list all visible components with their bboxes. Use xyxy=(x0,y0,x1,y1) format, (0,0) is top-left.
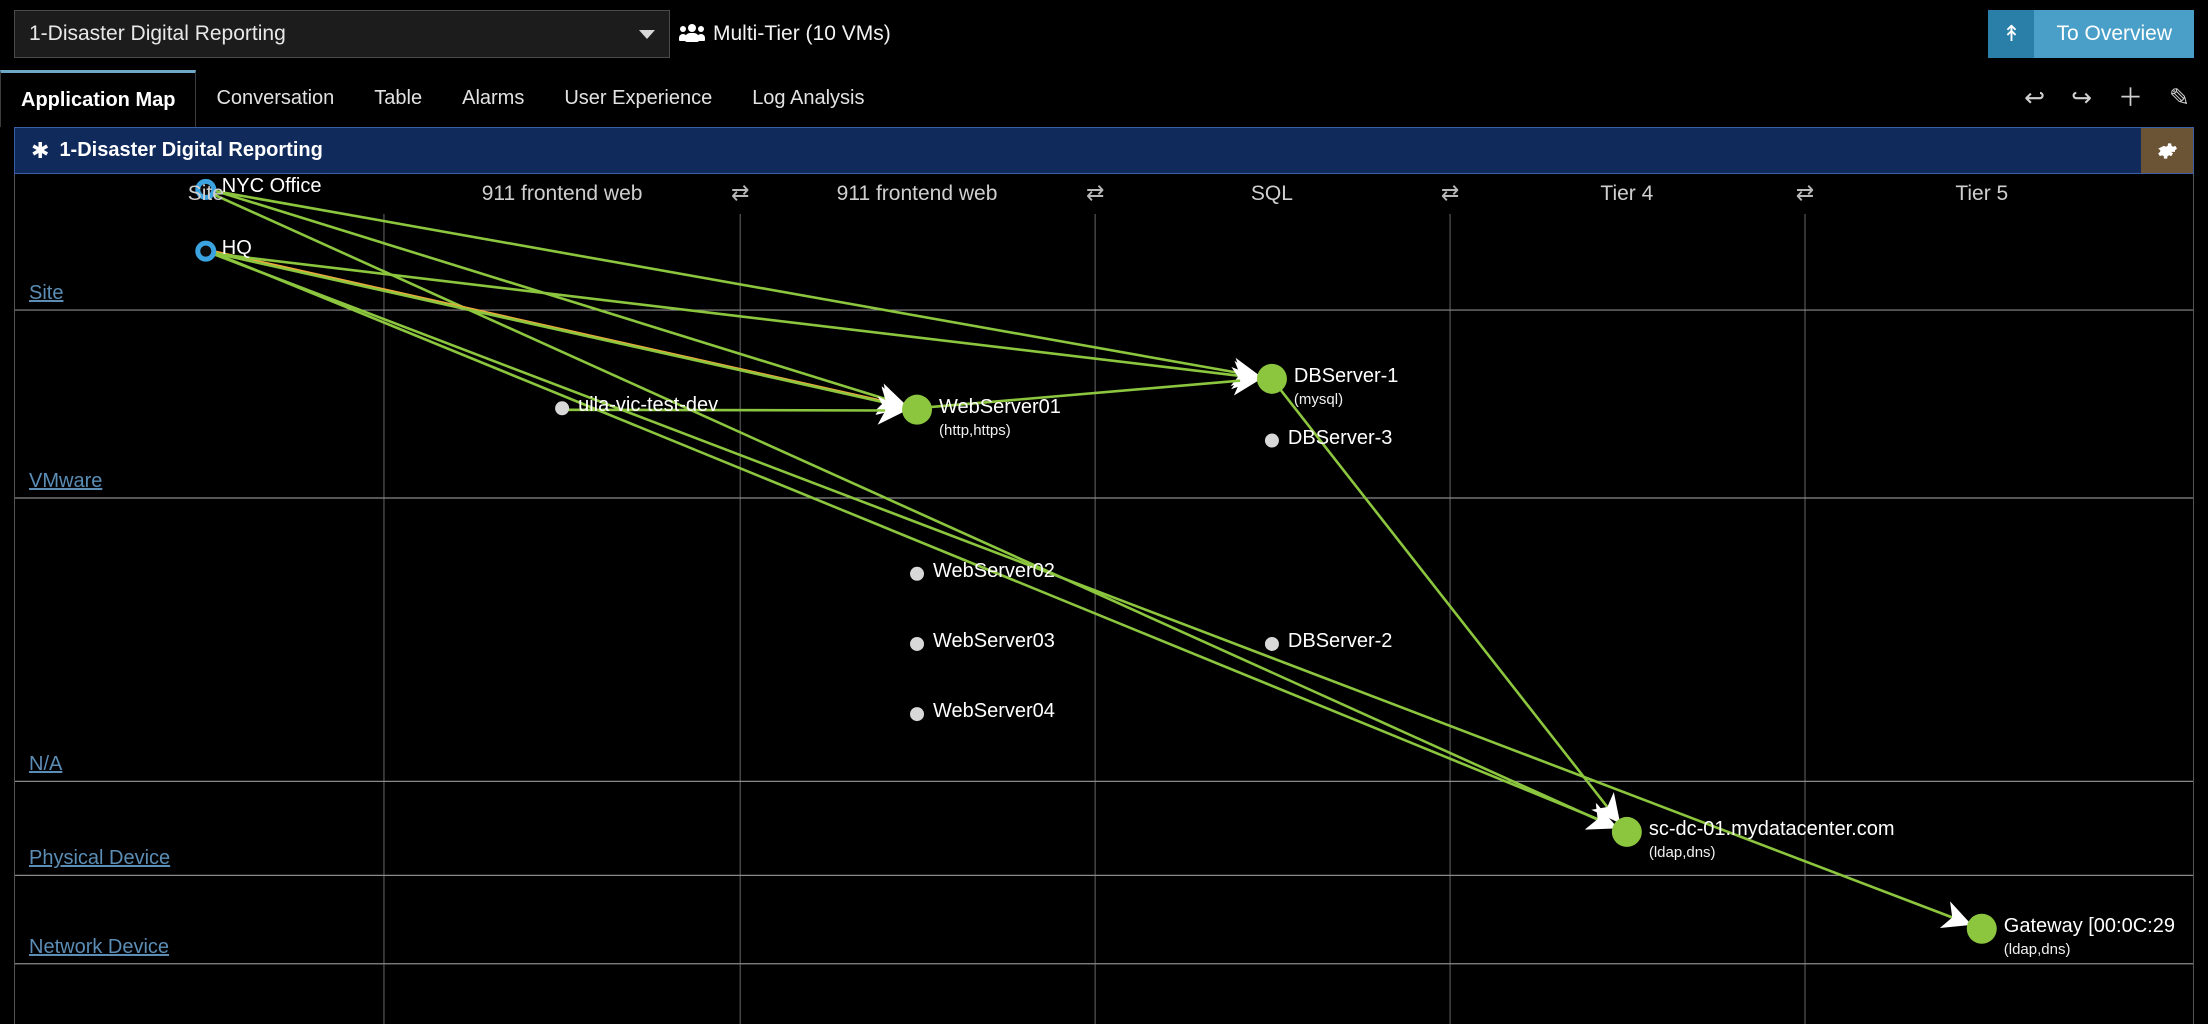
map-node[interactable] xyxy=(1611,816,1642,847)
node-sublabel: (ldap,dns) xyxy=(2003,940,2071,958)
add-icon[interactable]: ＋ xyxy=(2118,86,2143,111)
map-node[interactable] xyxy=(910,566,925,581)
tab-conversation[interactable]: Conversation xyxy=(196,70,354,127)
column-header-3: SQL xyxy=(1250,182,1293,205)
node-label: NYC Office xyxy=(221,175,322,198)
tab-label: Application Map xyxy=(21,88,176,111)
tab-table[interactable]: Table xyxy=(354,70,442,127)
tab-action-bar: ↩ ↪ ＋ ✎ xyxy=(2024,70,2190,127)
map-graph xyxy=(15,178,2193,1024)
map-edge[interactable] xyxy=(205,189,1618,830)
chevron-down-icon xyxy=(639,29,655,39)
map-node[interactable] xyxy=(910,636,925,651)
application-select[interactable]: 1-Disaster Digital Reporting xyxy=(14,10,670,58)
redo-icon[interactable]: ↪ xyxy=(2071,86,2092,111)
tab-user-experience[interactable]: User Experience xyxy=(544,70,732,127)
node-label: WebServer01 xyxy=(939,395,1061,418)
map-gridlines xyxy=(15,214,2193,1024)
row-label-network-device[interactable]: Network Device xyxy=(29,936,169,959)
map-title: 1-Disaster Digital Reporting xyxy=(59,139,323,161)
map-edge[interactable] xyxy=(205,186,907,411)
node-label: sc-dc-01.mydatacenter.com xyxy=(1648,817,1895,840)
node-sublabel: (http,https) xyxy=(939,421,1011,439)
map-node[interactable] xyxy=(1264,433,1279,448)
group-label: Multi-Tier (10 VMs) xyxy=(713,22,891,45)
row-label-physical-device[interactable]: Physical Device xyxy=(29,847,170,870)
node-label: DBServer-3 xyxy=(1287,426,1393,449)
node-label: uila-vic-test-dev xyxy=(578,394,719,417)
edit-icon[interactable]: ✎ xyxy=(2169,86,2190,111)
top-bar: 1-Disaster Digital Reporting Multi-Tier … xyxy=(0,0,2208,70)
to-overview-button[interactable]: ↟ To Overview xyxy=(1988,10,2194,58)
column-header-4: Tier 4 xyxy=(1600,182,1654,205)
tab-label: Table xyxy=(374,87,423,109)
arrow-up-icon: ↟ xyxy=(1988,10,2035,58)
application-select-value: 1-Disaster Digital Reporting xyxy=(29,22,286,45)
map-node[interactable] xyxy=(1256,363,1287,394)
map-edges xyxy=(205,186,1972,929)
tab-alarms[interactable]: Alarms xyxy=(442,70,544,127)
asterisk-icon: ✱ xyxy=(31,137,50,163)
map-node[interactable] xyxy=(1264,636,1279,651)
gear-icon[interactable] xyxy=(2141,128,2193,173)
row-label-vmware[interactable]: VMware xyxy=(29,470,102,493)
to-overview-label: To Overview xyxy=(2034,10,2194,58)
application-map-page: 1-Disaster Digital Reporting Multi-Tier … xyxy=(0,0,2208,1024)
node-sublabel: (ldap,dns) xyxy=(1648,843,1716,861)
tab-log-analysis[interactable]: Log Analysis xyxy=(732,70,884,127)
undo-icon[interactable]: ↩ xyxy=(2024,86,2045,111)
tab-label: Log Analysis xyxy=(752,87,865,109)
node-label: HQ xyxy=(221,237,252,260)
tab-label: Conversation xyxy=(216,87,335,109)
column-header-5: Tier 5 xyxy=(1955,182,2009,205)
tab-label: User Experience xyxy=(564,87,713,109)
tab-application-map[interactable]: Application Map xyxy=(0,70,197,127)
map-node[interactable] xyxy=(902,394,933,425)
column-header-2: 911 frontend web xyxy=(836,182,998,205)
node-label: WebServer02 xyxy=(933,559,1055,582)
node-label: DBServer-1 xyxy=(1293,364,1399,387)
application-map-canvas[interactable]: Site VMware N/A Physical Device Network Devi… xyxy=(14,174,2194,1024)
tab-label: Alarms xyxy=(462,87,525,109)
row-label-n-a[interactable]: N/A xyxy=(29,753,62,776)
node-label: DBServer-2 xyxy=(1287,629,1393,652)
node-label: WebServer04 xyxy=(933,700,1055,723)
people-icon xyxy=(679,24,705,44)
map-node[interactable] xyxy=(910,707,925,722)
swap-icon-3[interactable]: ⇄ xyxy=(1441,180,1459,206)
group-badge: Multi-Tier (10 VMs) xyxy=(679,22,891,46)
map-node[interactable] xyxy=(1966,913,1997,944)
map-node[interactable] xyxy=(555,401,570,416)
node-label: WebServer03 xyxy=(933,629,1055,652)
map-edge[interactable] xyxy=(205,188,1262,387)
map-title-strip: ✱ 1-Disaster Digital Reporting xyxy=(14,127,2194,174)
swap-icon-4[interactable]: ⇄ xyxy=(1796,180,1814,206)
column-header-1: 911 frontend web xyxy=(481,182,643,205)
swap-icon-2[interactable]: ⇄ xyxy=(1086,180,1104,206)
row-label-site[interactable]: Site xyxy=(29,282,63,305)
map-node[interactable] xyxy=(195,240,217,262)
column-header-0: Site xyxy=(187,182,224,205)
tab-bar: Application Map Conversation Table Alarm… xyxy=(0,70,2208,127)
node-sublabel: (mysql) xyxy=(1293,390,1344,408)
swap-icon-1[interactable]: ⇄ xyxy=(731,180,749,206)
node-label: Gateway [00:0C:29 xyxy=(2003,914,2175,937)
